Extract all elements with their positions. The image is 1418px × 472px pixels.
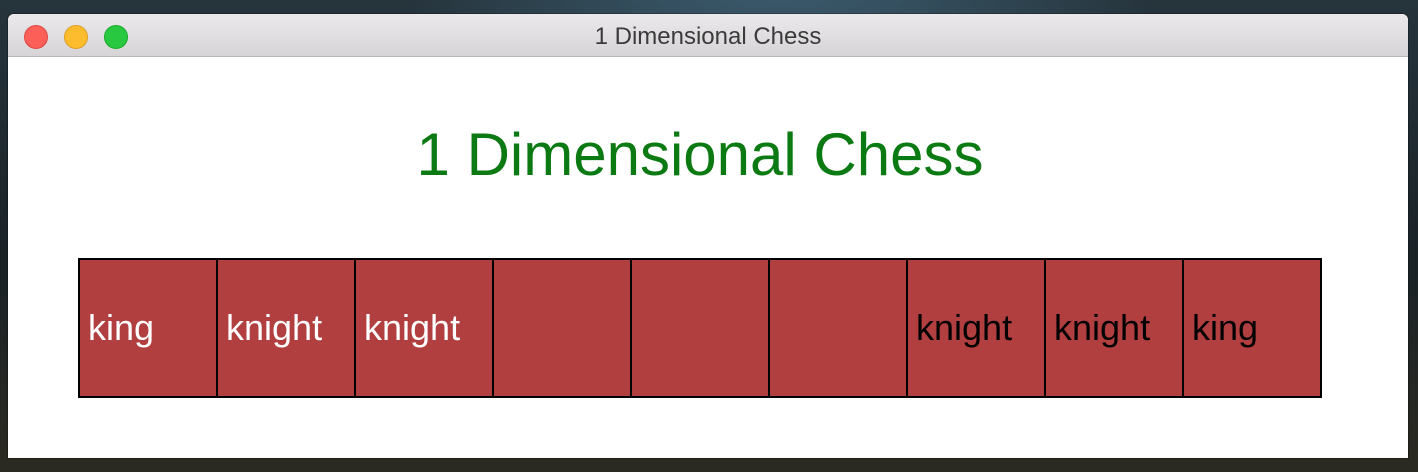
page-title: 1 Dimensional Chess [416, 121, 984, 188]
board-square-1[interactable]: king [78, 258, 218, 398]
chess-board: king knight knight knight knight king [78, 258, 1322, 398]
board-square-9[interactable]: king [1182, 258, 1322, 398]
title-bar: 1 Dimensional Chess [8, 14, 1408, 57]
desktop-background: 1 Dimensional Chess 1 Dimensional Chess … [0, 0, 1418, 472]
app-window: 1 Dimensional Chess 1 Dimensional Chess … [8, 14, 1408, 458]
board-square-3[interactable]: knight [354, 258, 494, 398]
piece-label: knight [364, 307, 461, 348]
piece-label: king [88, 307, 155, 348]
board-square-2[interactable]: knight [216, 258, 356, 398]
window-title: 1 Dimensional Chess [594, 23, 822, 50]
piece-label: knight [1054, 307, 1151, 348]
board-square-4[interactable] [492, 258, 632, 398]
board-square-7[interactable]: knight [906, 258, 1046, 398]
board-square-6[interactable] [768, 258, 908, 398]
piece-label: knight [226, 307, 323, 348]
piece-label: knight [916, 307, 1013, 348]
board-square-8[interactable]: knight [1044, 258, 1184, 398]
content-area: 1 Dimensional Chess king knight knight k… [8, 57, 1408, 458]
piece-label: king [1192, 307, 1259, 348]
board-square-5[interactable] [630, 258, 770, 398]
